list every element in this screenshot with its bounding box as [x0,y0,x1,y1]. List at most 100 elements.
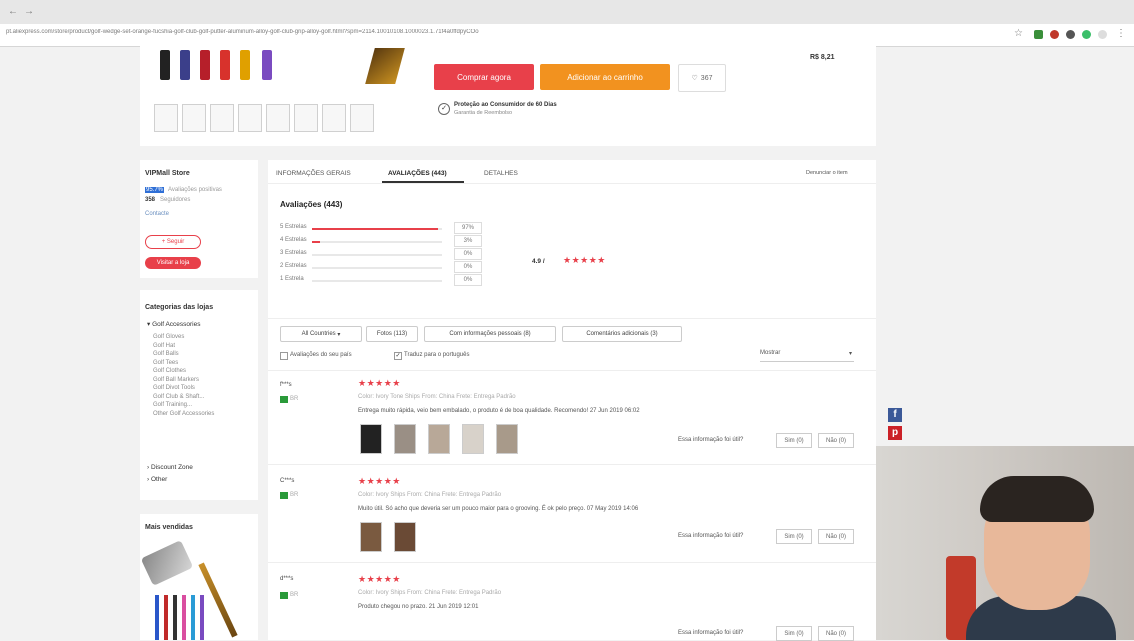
extension-icon[interactable] [1034,30,1043,39]
review-photo[interactable] [360,522,382,552]
country-filter[interactable]: All Countries ▾ [280,326,362,342]
forward-icon[interactable]: → [24,6,34,17]
helpful-no-button[interactable]: Não (0) [818,433,854,448]
url-text[interactable]: pt.aliexpress.com/store/product/golf-wed… [6,29,876,41]
category-item[interactable]: Golf Balls [153,350,214,359]
category-item[interactable]: Golf Tees [153,359,214,368]
category-item[interactable]: Golf Training... [153,401,214,410]
color-swatch[interactable] [180,50,190,80]
rating-row-label[interactable]: 3 Estrelas [280,250,307,256]
review-user: d***s [280,576,294,582]
extension-icon[interactable] [1082,30,1091,39]
additional-info-filter[interactable]: Com informações pessoais (8) [424,326,556,342]
bestseller-image [182,595,186,640]
category-item[interactable]: Golf Gloves [153,333,214,342]
rating-row-label[interactable]: 1 Estrela [280,276,304,282]
thumbnail[interactable] [294,104,318,132]
discount-label: Discount Zone [150,464,193,471]
divider [268,318,876,319]
translate-checkbox[interactable]: ✓ [394,352,402,360]
pinterest-icon[interactable]: p [888,426,902,440]
sort-select[interactable]: Mostrar ▾ [760,350,854,362]
category-list: Golf Gloves Golf Hat Golf Balls Golf Tees Go… [153,333,214,418]
color-swatch[interactable] [220,50,230,80]
extension-icon[interactable] [1098,30,1107,39]
tab-info[interactable]: INFORMAÇÕES GERAIS [276,170,351,177]
other-link[interactable]: › Other [147,476,167,483]
flag-icon [280,592,288,599]
follow-button[interactable]: + Seguir [145,235,201,249]
tab-reviews[interactable]: AVALIAÇÕES (443) [388,170,447,177]
category-group[interactable]: ▾ Golf Accessories [147,320,201,328]
category-item[interactable]: Golf Divot Tools [153,384,214,393]
helpful-question: Essa informação foi útil? [678,630,744,636]
add-to-cart-button[interactable]: Adicionar ao carrinho [540,64,670,90]
helpful-no-button[interactable]: Não (0) [818,529,854,544]
color-swatch[interactable] [160,50,170,80]
category-item[interactable]: Golf Clothes [153,367,214,376]
review-photo[interactable] [428,424,450,454]
protection-title: Proteção ao Consumidor de 60 Dias [454,102,557,108]
extension-icon[interactable] [1066,30,1075,39]
discount-zone-link[interactable]: › Discount Zone [147,464,193,471]
review-stars: ★★★★★ [358,574,401,584]
rating-percent: 3% [454,235,482,247]
category-item[interactable]: Other Golf Accessories [153,410,214,419]
chevron-down-icon: ▾ [848,351,852,357]
your-country-checkbox[interactable] [280,352,288,360]
helpful-yes-button[interactable]: Sim (0) [776,433,812,448]
color-swatch[interactable] [200,50,210,80]
rating-row-label[interactable]: 5 Estrelas [280,224,307,230]
bestseller-image [191,595,195,640]
back-icon[interactable]: ← [8,6,18,17]
extension-icon[interactable] [1050,30,1059,39]
helpful-yes-button[interactable]: Sim (0) [776,529,812,544]
thumbnail[interactable] [182,104,206,132]
review-photo[interactable] [360,424,382,454]
category-item[interactable]: Golf Club & Shaft... [153,393,214,402]
rating-row-label[interactable]: 2 Estrelas [280,263,307,269]
rating-row-label[interactable]: 4 Estrelas [280,237,307,243]
contact-link[interactable]: Contacte [145,211,169,217]
review-photo[interactable] [394,522,416,552]
thumbnail[interactable] [154,104,178,132]
bestseller-image [164,595,168,640]
wishlist-button[interactable]: ♡ 367 [678,64,726,92]
helpful-no-button[interactable]: Não (0) [818,626,854,641]
review-meta: Color: Ivory Ships From: China Frete: En… [358,492,502,498]
review-stars: ★★★★★ [358,378,401,388]
thumbnail[interactable] [350,104,374,132]
rating-bar-fill [312,228,439,230]
ratings-title: Avaliações (443) [280,200,343,209]
visit-store-button[interactable]: Visitar a loja [145,257,201,269]
report-item-link[interactable]: Denunciar o item [806,170,848,176]
thumbnail[interactable] [238,104,262,132]
thumbnail[interactable] [322,104,346,132]
other-label: Other [150,476,168,483]
thumbnail[interactable] [210,104,234,132]
review-photo[interactable] [496,424,518,454]
bookmark-star-icon[interactable]: ☆ [1014,28,1023,39]
review-country: BR [290,592,299,598]
photos-filter[interactable]: Fotos (113) [366,326,418,342]
review-photo[interactable] [394,424,416,454]
review-photo[interactable] [462,424,484,454]
category-item[interactable]: Golf Hat [153,342,214,351]
menu-icon[interactable]: ⋮ [1116,28,1126,39]
review-text: Produto chegou no prazo. 21 Jun 2019 12:… [358,604,479,610]
price-note: R$ 8,21 [810,54,835,61]
helpful-yes-button[interactable]: Sim (0) [776,626,812,641]
person-hair [980,476,1094,522]
thumbnail[interactable] [266,104,290,132]
tab-details[interactable]: DETALHES [484,170,518,177]
review-text: Entrega muito rápida, veio bem embalado,… [358,408,640,414]
review-country: BR [290,396,299,402]
buy-now-button[interactable]: Comprar agora [434,64,534,90]
store-name[interactable]: VIPMall Store [145,170,190,177]
facebook-icon[interactable]: f [888,408,902,422]
color-swatch[interactable] [240,50,250,80]
color-swatch[interactable] [262,50,272,80]
comments-filter[interactable]: Comentários adicionais (3) [562,326,682,342]
divider [268,464,876,465]
category-item[interactable]: Golf Ball Markers [153,376,214,385]
